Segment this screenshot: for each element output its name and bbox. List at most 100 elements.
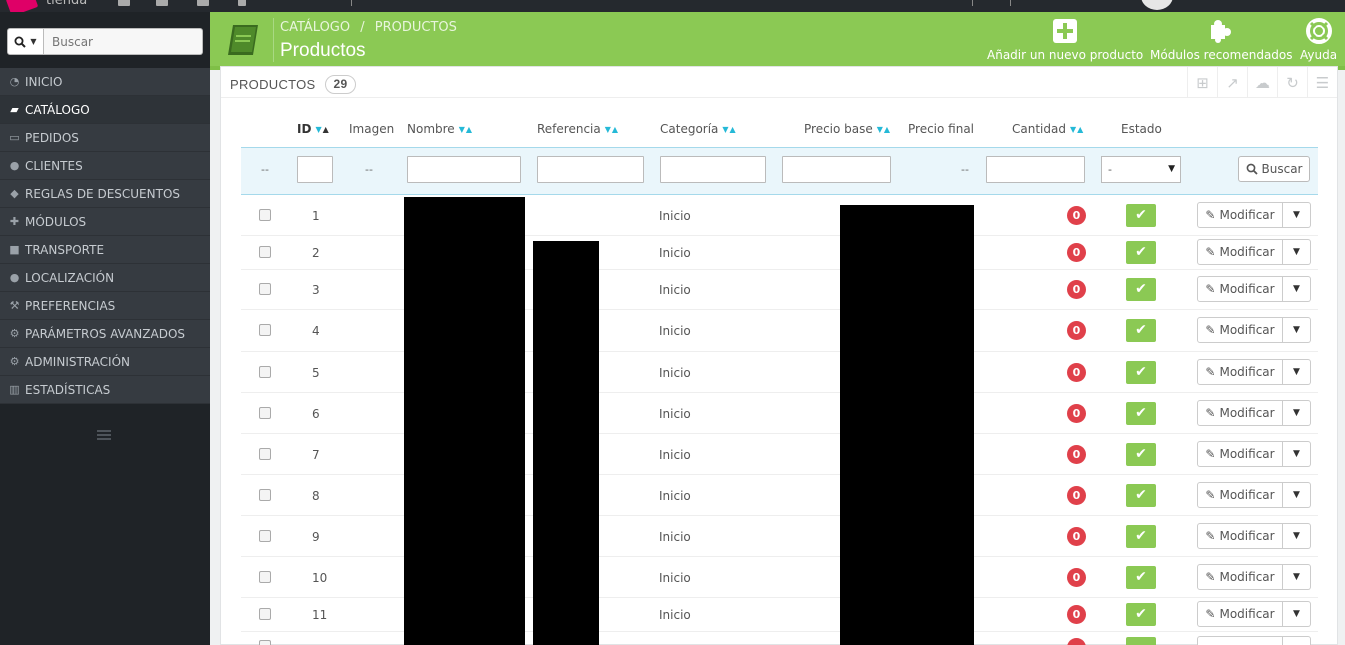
star-icon[interactable] [118,0,130,6]
edit-button[interactable]: ✎ Modificar [1197,239,1283,265]
table-row[interactable]: 9 Inicio 0 ✔ ✎ Modificar ▼ [241,516,1318,557]
table-row[interactable]: 2 Inicio 0 ✔ ✎ Modificar ▼ [241,236,1318,270]
table-row[interactable]: 3 Inicio 0 ✔ ✎ Modificar ▼ [241,270,1318,310]
filter-quantity-input[interactable] [986,156,1085,183]
user-icon[interactable] [197,0,209,6]
row-actions-dropdown[interactable]: ▼ [1283,201,1311,228]
edit-button[interactable]: ✎ Modificar [1197,522,1283,549]
recommended-modules-button[interactable]: Módulos recomendados [1150,18,1293,62]
row-actions-dropdown[interactable]: ▼ [1283,276,1311,302]
status-enabled-check-icon[interactable]: ✔ [1126,241,1156,264]
row-actions-dropdown[interactable]: ▼ [1283,239,1311,265]
edit-button[interactable]: ✎ Modificar [1197,201,1283,228]
table-row[interactable]: 8 Inicio 0 ✔ ✎ Modificar ▼ [241,475,1318,516]
filter-category-input[interactable] [660,156,766,183]
sort-arrows-icon[interactable]: ▼▲ [1070,125,1084,134]
status-enabled-check-icon[interactable]: ✔ [1126,319,1156,342]
row-checkbox[interactable] [259,529,271,542]
add-new-icon[interactable]: ⊞ [1187,67,1217,98]
row-checkbox[interactable] [259,246,271,258]
export-icon[interactable]: ↗ [1217,67,1247,98]
cart-icon[interactable] [156,0,168,6]
refresh-icon[interactable]: ↻ [1277,67,1307,98]
status-enabled-check-icon[interactable]: ✔ [1126,278,1156,301]
column-name[interactable]: Nombre ▼▲ [407,122,473,136]
table-row[interactable]: 6 Inicio 0 ✔ ✎ Modificar ▼ [241,393,1318,434]
sort-arrows-icon[interactable]: ▼▲ [877,125,891,134]
row-actions-dropdown[interactable]: ▼ [1283,563,1311,590]
row-actions-dropdown[interactable]: ▼ [1283,601,1311,627]
table-row[interactable]: 1 Inicio 0 ✔ ✎ Modificar ▼ [241,195,1318,236]
sort-arrows-icon[interactable]: ▼▲ [459,125,473,134]
add-product-button[interactable]: Añadir un nuevo producto [987,18,1143,62]
cloud-upload-icon[interactable]: ☁ [1247,67,1277,98]
edit-button[interactable]: ✎ Modificar [1197,440,1283,467]
row-checkbox[interactable] [259,283,271,295]
comment-icon[interactable] [238,0,246,6]
column-quantity[interactable]: Cantidad ▼▲ [1012,122,1084,136]
search-input[interactable] [44,28,203,55]
table-row-partial[interactable] [241,632,1318,645]
sidebar-item-inicio[interactable]: ◔ INICIO [0,68,210,96]
edit-button[interactable]: ✎ Modificar [1197,563,1283,590]
sort-arrows-icon[interactable]: ▼▲ [315,125,329,134]
status-enabled-check-icon[interactable]: ✔ [1126,360,1156,384]
row-actions-dropdown[interactable] [1283,636,1311,645]
status-enabled-check-icon[interactable]: ✔ [1126,524,1156,548]
status-enabled-check-icon[interactable]: ✔ [1126,401,1156,425]
avatar[interactable] [1141,0,1173,10]
table-row[interactable]: 11 Inicio 0 ✔ ✎ Modificar ▼ [241,598,1318,632]
row-checkbox[interactable] [259,406,271,419]
filter-reference-input[interactable] [537,156,644,183]
prestashop-logo[interactable] [5,0,39,12]
sidebar-item-pedidos[interactable]: ▭ PEDIDOS [0,124,210,152]
sidebar-item-modulos[interactable]: ✚ MÓDULOS [0,208,210,236]
sidebar-item-estadisticas[interactable]: ▥ ESTADÍSTICAS [0,376,210,404]
edit-button[interactable] [1197,636,1283,645]
column-base-price[interactable]: Precio base ▼▲ [804,122,891,136]
breadcrumb-catalogo[interactable]: CATÁLOGO [280,20,350,35]
row-checkbox[interactable] [259,570,271,583]
table-row[interactable]: 5 Inicio 0 ✔ ✎ Modificar ▼ [241,352,1318,393]
row-actions-dropdown[interactable]: ▼ [1283,358,1311,385]
breadcrumb-productos[interactable]: PRODUCTOS [375,20,457,35]
status-enabled-check-icon[interactable]: ✔ [1126,565,1156,589]
status-enabled-check-icon[interactable]: ✔ [1126,203,1156,227]
help-button[interactable]: Ayuda [1300,18,1337,62]
sidebar-item-parametros[interactable]: ⚙ PARÁMETROS AVANZADOS [0,320,210,348]
table-row[interactable]: 4 Inicio 0 ✔ ✎ Modificar ▼ [241,310,1318,352]
edit-button[interactable]: ✎ Modificar [1197,317,1283,343]
status-enabled-check-icon[interactable]: ✔ [1126,603,1156,626]
row-checkbox[interactable] [259,365,271,378]
sort-arrows-icon[interactable]: ▼▲ [605,125,619,134]
status-enabled-check-icon[interactable] [1126,637,1156,645]
sidebar-item-transporte[interactable]: ■ TRANSPORTE [0,236,210,264]
status-enabled-check-icon[interactable]: ✔ [1126,442,1156,466]
row-checkbox[interactable] [259,324,271,336]
filter-name-input[interactable] [407,156,521,183]
sidebar-item-reglas[interactable]: ◆ REGLAS DE DESCUENTOS [0,180,210,208]
database-icon[interactable]: ☰ [1307,67,1337,98]
edit-button[interactable]: ✎ Modificar [1197,358,1283,385]
sidebar-item-catalogo[interactable]: ▰ CATÁLOGO [0,96,210,124]
row-actions-dropdown[interactable]: ▼ [1283,440,1311,467]
filter-id-input[interactable] [297,156,333,183]
table-row[interactable]: 10 Inicio 0 ✔ ✎ Modificar ▼ [241,557,1318,598]
edit-button[interactable]: ✎ Modificar [1197,399,1283,426]
filter-base-price-input[interactable] [782,156,891,183]
filter-search-button[interactable]: Buscar [1238,156,1310,182]
edit-button[interactable]: ✎ Modificar [1197,601,1283,627]
row-checkbox[interactable] [259,488,271,501]
sort-arrows-icon[interactable]: ▼▲ [722,125,736,134]
row-checkbox[interactable] [259,208,271,221]
edit-button[interactable]: ✎ Modificar [1197,276,1283,302]
sidebar-item-clientes[interactable]: ● CLIENTES [0,152,210,180]
row-checkbox[interactable] [259,608,271,620]
row-actions-dropdown[interactable]: ▼ [1283,522,1311,549]
row-actions-dropdown[interactable]: ▼ [1283,481,1311,508]
sidebar-item-administracion[interactable]: ⚙ ADMINISTRACIÓN [0,348,210,376]
sidebar-item-localizacion[interactable]: ● LOCALIZACIÓN [0,264,210,292]
column-id[interactable]: ID ▼▲ [297,122,330,136]
shop-name[interactable]: tienda [46,0,87,8]
column-category[interactable]: Categoría ▼▲ [660,122,737,136]
